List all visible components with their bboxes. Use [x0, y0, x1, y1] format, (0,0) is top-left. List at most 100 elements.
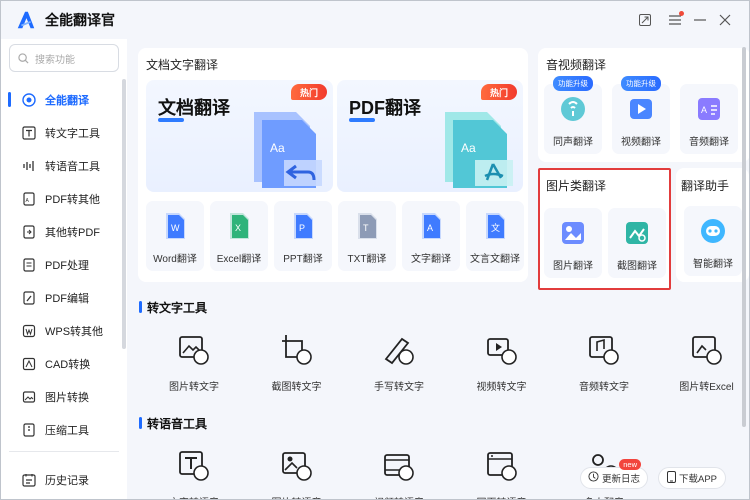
- app-window: 全能翻译官 搜索功能 全能翻译 转文字工具转语音工具 A PDF转其他 其他转PDF PD…: [0, 0, 750, 500]
- translate-tile[interactable]: 视频翻译 功能升级: [612, 76, 670, 154]
- translate-tile[interactable]: A 音频翻译: [680, 84, 738, 154]
- minimize-icon[interactable]: [690, 10, 710, 30]
- sidebar-item-history[interactable]: 历史记录: [1, 463, 127, 496]
- tile-label: 文字翻译: [411, 254, 451, 265]
- image-to-speech-icon: [280, 449, 314, 486]
- new-badge: new: [619, 459, 641, 470]
- text-tool-item[interactable]: 图片转文字: [149, 333, 239, 393]
- translate-tile[interactable]: 文文言文翻译: [466, 201, 524, 271]
- voice-tools-title: 转语音工具: [139, 415, 207, 432]
- translate-tile[interactable]: T TXT翻译: [338, 201, 396, 271]
- voice-tool-icon: [21, 158, 37, 174]
- translate-tile[interactable]: A 文字翻译: [402, 201, 460, 271]
- fullscreen-icon[interactable]: [635, 10, 655, 30]
- translate-tile[interactable]: W Word翻译: [146, 201, 204, 271]
- sidebar-item-translate[interactable]: 全能翻译: [1, 83, 127, 116]
- close-icon[interactable]: [715, 10, 735, 30]
- voice-tool-item[interactable]: 视频转语音: [354, 449, 444, 499]
- svg-text:X: X: [235, 223, 241, 233]
- text-tool-item[interactable]: 音频转文字: [559, 333, 649, 393]
- screenshot-to-text-icon: [280, 333, 314, 370]
- to-pdf-icon: [21, 224, 37, 240]
- download-app-button[interactable]: 下载APP: [658, 467, 726, 489]
- translate-tile[interactable]: 智能翻译: [684, 206, 742, 276]
- tile-label: 智能翻译: [693, 259, 733, 270]
- sidebar: 搜索功能 全能翻译 转文字工具转语音工具 A PDF转其他 其他转PDF PDF处理 PDF…: [1, 39, 127, 499]
- text-tool-item[interactable]: 截图转文字: [252, 333, 342, 393]
- tile-label: 音频翻译: [689, 137, 729, 148]
- main-content: 文档文字翻译 文档翻译 热门 Aa PDF翻译 热门 Aa W Word翻译 X…: [127, 39, 750, 499]
- voice-tool-item[interactable]: 网页转语音: [457, 449, 547, 499]
- sidebar-item-text-tool[interactable]: 转文字工具: [1, 116, 127, 149]
- sidebar-item-compress[interactable]: 压缩工具: [1, 413, 127, 446]
- sidebar-item-to-pdf[interactable]: 其他转PDF: [1, 215, 127, 248]
- ai-assistant-icon: [698, 216, 728, 249]
- simultaneous-translate-icon: [558, 94, 588, 127]
- menu-icon[interactable]: [665, 10, 685, 30]
- section-title: 音视频翻译: [546, 58, 607, 72]
- doc-translate-card[interactable]: 文档翻译 热门 Aa: [146, 80, 333, 192]
- webpage-to-speech-icon: [485, 449, 519, 486]
- translate-tile[interactable]: P PPT翻译: [274, 201, 332, 271]
- sidebar-item-label: PDF处理: [45, 259, 89, 272]
- ppt-file-icon: P: [288, 211, 318, 244]
- tile-label: Word翻译: [153, 254, 197, 265]
- sidebar-item-label: CAD转换: [45, 358, 91, 371]
- svg-text:A: A: [26, 198, 30, 204]
- image-convert-icon: [21, 389, 37, 405]
- sidebar-item-image-convert[interactable]: 图片转换: [1, 380, 127, 413]
- text-tool-item[interactable]: 图片转Excel: [662, 333, 750, 393]
- sidebar-scrollbar[interactable]: [122, 79, 126, 349]
- document-illustration-icon: Aa: [254, 112, 322, 188]
- cad-icon: [21, 356, 37, 372]
- translate-tile[interactable]: X Excel翻译: [210, 201, 268, 271]
- search-input[interactable]: 搜索功能: [9, 44, 119, 72]
- translate-tile[interactable]: 同声翻译 功能升级: [544, 76, 602, 154]
- sidebar-item-pdf-convert[interactable]: A PDF转其他: [1, 182, 127, 215]
- doc-translate-section: 文档文字翻译 文档翻译 热门 Aa PDF翻译 热门 Aa W Word翻译 X…: [138, 48, 528, 282]
- text-tool-item[interactable]: 视频转文字: [457, 333, 547, 393]
- main-scrollbar[interactable]: [742, 47, 746, 427]
- upgrade-badge: 功能升级: [621, 76, 661, 91]
- handwriting-to-text-icon: [382, 333, 416, 370]
- tile-label: PPT翻译: [283, 254, 323, 265]
- image-to-text-icon: [177, 333, 211, 370]
- download-label: 下载APP: [678, 474, 717, 485]
- voice-tool-item[interactable]: 文字转语音: [149, 449, 239, 499]
- tool-label: 文字转语音: [169, 494, 219, 499]
- sidebar-item-cad[interactable]: CAD转换: [1, 347, 127, 380]
- sidebar-item-voice-tool[interactable]: 转语音工具: [1, 149, 127, 182]
- sidebar-item-wps[interactable]: WPS转其他: [1, 314, 127, 347]
- svg-text:Aa: Aa: [461, 141, 476, 155]
- section-title: 文档文字翻译: [146, 58, 219, 72]
- svg-text:A: A: [701, 105, 707, 115]
- title-underline: [349, 118, 375, 122]
- card-title: 文档翻译: [158, 98, 230, 118]
- text-tool-item[interactable]: 手写转文字: [354, 333, 444, 393]
- tool-label: 视频转文字: [476, 382, 527, 393]
- sidebar-item-pdf-process[interactable]: PDF处理: [1, 248, 127, 281]
- voice-tool-item[interactable]: 图片转语音: [252, 449, 342, 499]
- audio-translate-icon: A: [694, 94, 724, 127]
- text-to-speech-icon: [177, 449, 211, 486]
- tile-label: 同声翻译: [553, 137, 593, 148]
- sidebar-item-pdf-edit[interactable]: PDF编辑: [1, 281, 127, 314]
- tools-area: 转文字工具 图片转文字 截图转文字 手写转文字 视频转文字 音频转文字 图片转Excel …: [127, 289, 750, 499]
- notification-dot: [679, 11, 684, 16]
- pdf-process-icon: [21, 257, 37, 273]
- hot-badge: 热门: [481, 84, 517, 100]
- wps-icon: [21, 323, 37, 339]
- changelog-button[interactable]: 更新日志 new: [580, 459, 648, 489]
- pdf-translate-card[interactable]: PDF翻译 热门 Aa: [337, 80, 523, 192]
- audio-to-text-icon: [587, 333, 621, 370]
- sidebar-item-label: WPS转其他: [45, 325, 104, 338]
- highlight-box: [538, 168, 671, 290]
- app-title: 全能翻译官: [45, 12, 115, 28]
- hot-badge: 热门: [291, 84, 327, 100]
- sidebar-item-label: 转语音工具: [45, 160, 100, 173]
- upgrade-badge: 功能升级: [553, 76, 593, 91]
- pdf-illustration-icon: Aa: [445, 112, 513, 188]
- tool-label: 多人配音: [584, 494, 624, 499]
- sidebar-nav: 全能翻译 转文字工具转语音工具 A PDF转其他 其他转PDF PDF处理 PDF编辑 WPS…: [1, 83, 127, 446]
- sidebar-item-label: 图片转换: [45, 391, 89, 404]
